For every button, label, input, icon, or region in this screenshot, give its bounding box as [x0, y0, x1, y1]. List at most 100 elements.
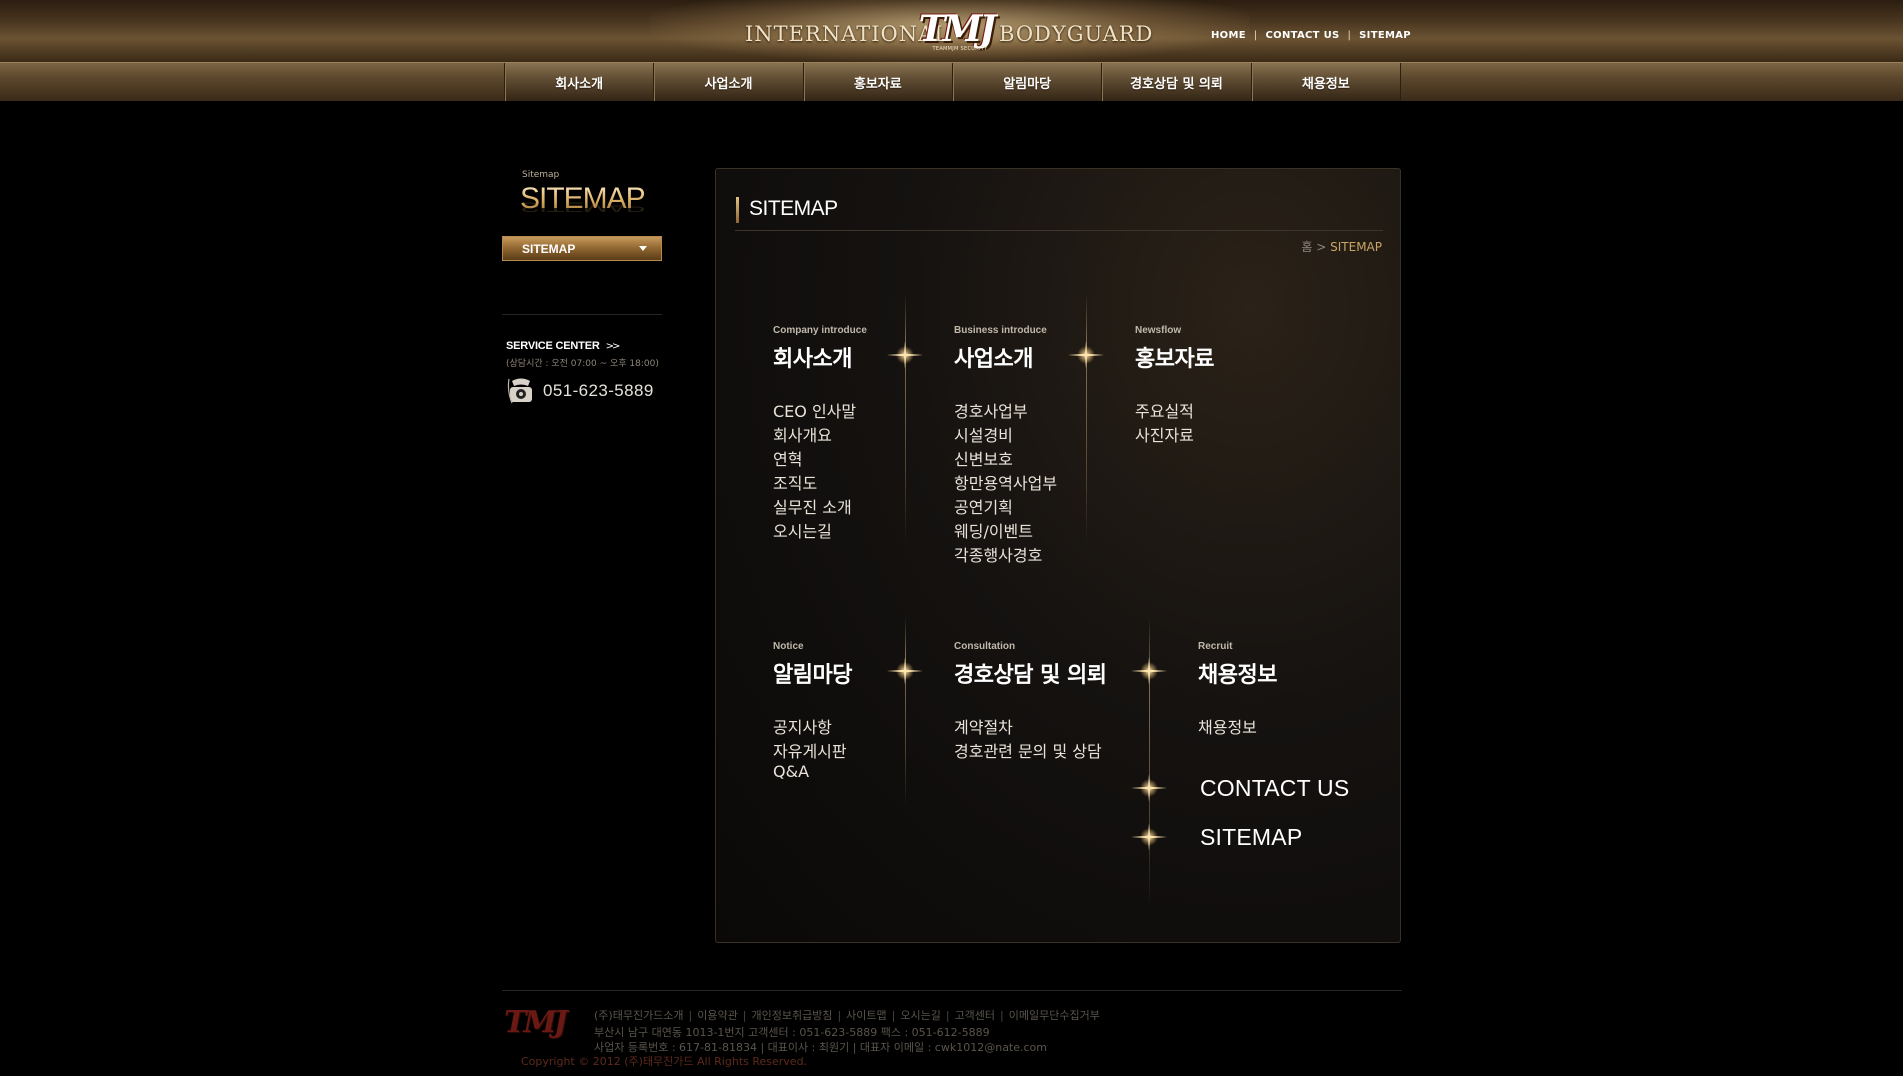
nav-item-business[interactable]: 사업소개 [653, 63, 803, 101]
page-title: SITEMAP [749, 197, 838, 220]
lnb-menu-sitemap[interactable]: SITEMAP [502, 236, 662, 261]
group-ko-title[interactable]: 회사소개 [773, 341, 867, 373]
sitemap-link[interactable]: 오시는길 [773, 518, 867, 542]
footer-separator: | [1000, 1009, 1004, 1022]
breadcrumb-home[interactable]: 홈 [1301, 240, 1312, 254]
contact-us-link[interactable]: CONTACT US [1200, 775, 1349, 802]
sitemap-link[interactable]: 공연기획 [954, 494, 1057, 518]
sitemap-link[interactable]: 경호사업부 [954, 398, 1057, 422]
sitemap-link[interactable]: 채용정보 [1198, 714, 1277, 738]
group-ko-title[interactable]: 홍보자료 [1135, 341, 1214, 373]
logo-mark-sub: TEAMMJM SECURITY [932, 46, 988, 52]
title-divider [735, 230, 1383, 231]
logo-text-right: BODYGUARD [999, 22, 1154, 46]
site-logo[interactable]: INTERNATIONAL TMJ TEAMMJM SECURITY BODYG… [745, 8, 1152, 56]
sitemap-group-company: Company introduce 회사소개 CEO 인사말 회사개요 연혁 조… [773, 325, 867, 542]
breadcrumb-current: SITEMAP [1330, 240, 1382, 254]
column-divider [1086, 294, 1087, 544]
footer-separator: | [688, 1009, 693, 1022]
footer-separator: | [742, 1009, 747, 1022]
service-center: SERVICE CENTER >> (상담시간 : 오전 07:00 ~ 오후 1… [506, 334, 666, 405]
breadcrumb: 홈 > SITEMAP [1301, 238, 1382, 255]
lnb-title-reflection: SITEMAP [520, 199, 645, 214]
sitemap-link[interactable]: 사진자료 [1135, 422, 1214, 446]
group-en-title: Recruit [1198, 641, 1233, 652]
sitemap-group-newsflow: Newsflow 홍보자료 주요실적 사진자료 [1135, 325, 1214, 446]
service-hours: (상담시간 : 오전 07:00 ~ 오후 18:00) [506, 359, 659, 369]
sitemap-link[interactable]: 시설경비 [954, 422, 1057, 446]
footer-separator: | [837, 1009, 842, 1022]
top-link-separator: | [1347, 29, 1352, 41]
service-phone-number: 051-623-5889 [543, 381, 654, 400]
top-link-home[interactable]: HOME [1211, 30, 1246, 41]
sitemap-link[interactable]: 실무진 소개 [773, 494, 867, 518]
group-en-title: Business introduce [954, 325, 1047, 336]
breadcrumb-separator: > [1316, 240, 1327, 254]
nav-item-recruit[interactable]: 채용정보 [1250, 63, 1401, 101]
service-center-heading[interactable]: SERVICE CENTER >> [506, 334, 666, 353]
sitemap-link[interactable]: 조직도 [773, 470, 867, 494]
nav-item-company[interactable]: 회사소개 [504, 63, 654, 101]
sitemap-link[interactable]: 항만용역사업부 [954, 470, 1057, 494]
column-divider [905, 294, 906, 544]
group-en-title: Newsflow [1135, 325, 1182, 336]
nav-item-consultation[interactable]: 경호상담 및 의뢰 [1101, 63, 1251, 101]
lnb-subtitle: Sitemap [522, 170, 560, 180]
sitemap-link[interactable]: CEO 인사말 [773, 398, 867, 422]
nav-item-promotion[interactable]: 홍보자료 [802, 63, 952, 101]
group-ko-title[interactable]: 사업소개 [954, 341, 1057, 373]
sitemap-link[interactable]: 신변보호 [954, 446, 1057, 470]
sparkle-icon [1131, 823, 1167, 851]
sitemap-link[interactable]: 주요실적 [1135, 398, 1214, 422]
sitemap-group-business: Business introduce 사업소개 경호사업부 시설경비 신변보호 … [954, 325, 1057, 566]
sitemap-link[interactable]: 회사개요 [773, 422, 867, 446]
sitemap-panel: SITEMAP 홈 > SITEMAP Company introduce 회사… [715, 168, 1401, 943]
column-divider [905, 617, 906, 807]
sitemap-link[interactable]: 경호관련 문의 및 상담 [954, 738, 1107, 762]
sitemap-group-consultation: Consultation 경호상담 및 의뢰 계약절차 경호관련 문의 및 상담 [954, 641, 1107, 762]
group-ko-title[interactable]: 경호상담 및 의뢰 [954, 657, 1107, 689]
service-phone-row: 051-623-5889 [506, 377, 666, 405]
sitemap-link[interactable]: 자유게시판 [773, 738, 852, 762]
sitemap-link[interactable]: 공지사항 [773, 714, 852, 738]
footer-link[interactable]: 개인정보취급방침 [751, 1009, 832, 1022]
header-bar: INTERNATIONAL TMJ TEAMMJM SECURITY BODYG… [0, 0, 1903, 62]
sitemap-link[interactable]: 웨딩/이벤트 [954, 518, 1057, 542]
group-ko-title[interactable]: 채용정보 [1198, 657, 1277, 689]
sitemap-link-large[interactable]: SITEMAP [1200, 824, 1302, 851]
group-ko-title[interactable]: 알림마당 [773, 657, 852, 689]
footer-divider [502, 990, 1402, 991]
footer-copyright: Copyright © 2012 (주)태무진가드 All Rights Res… [521, 1055, 808, 1068]
sitemap-link[interactable]: Q&A [773, 762, 852, 781]
sparkle-icon [887, 657, 923, 685]
nav-item-notice[interactable]: 알림마당 [951, 63, 1102, 101]
footer-link[interactable]: 이메일무단수집거부 [1009, 1009, 1100, 1022]
sitemap-link[interactable]: 계약절차 [954, 714, 1107, 738]
group-en-title: Company introduce [773, 325, 867, 336]
lnb-divider [502, 314, 662, 315]
title-accent-bar [736, 197, 739, 223]
double-chevron-icon: >> [605, 341, 621, 352]
top-utility-links: HOME | CONTACT US | SITEMAP [1211, 28, 1411, 42]
group-en-title: Consultation [954, 641, 1016, 652]
logo-mark-text: TMJ [918, 8, 997, 50]
main-navigation: 회사소개 사업소개 홍보자료 알림마당 경호상담 및 의뢰 채용정보 [0, 62, 1903, 101]
sparkle-icon [1068, 341, 1104, 369]
footer-link[interactable]: 고객센터 [955, 1009, 995, 1022]
sitemap-link[interactable]: 각종행사경호 [954, 542, 1057, 566]
footer-links: (주)태무진가드소개 | 이용약관 | 개인정보취급방침 | 사이트맵 | 오시는길 | 고객센터 |… [594, 1007, 1100, 1023]
top-link-contact-us[interactable]: CONTACT US [1266, 30, 1340, 41]
top-link-sitemap[interactable]: SITEMAP [1359, 30, 1411, 41]
sparkle-icon [887, 341, 923, 369]
footer-link[interactable]: 오시는길 [900, 1009, 940, 1022]
footer-link[interactable]: (주)태무진가드소개 [594, 1009, 684, 1022]
footer-logo: TMJ [502, 1005, 578, 1049]
caret-down-icon [639, 246, 647, 251]
sitemap-group-notice: Notice 알림마당 공지사항 자유게시판 Q&A [773, 641, 852, 781]
telephone-icon [506, 377, 536, 405]
footer-link[interactable]: 이용약관 [697, 1009, 737, 1022]
sparkle-icon [1131, 657, 1167, 685]
sitemap-link[interactable]: 연혁 [773, 446, 867, 470]
top-link-separator: | [1253, 29, 1258, 41]
footer-link[interactable]: 사이트맵 [846, 1009, 886, 1022]
